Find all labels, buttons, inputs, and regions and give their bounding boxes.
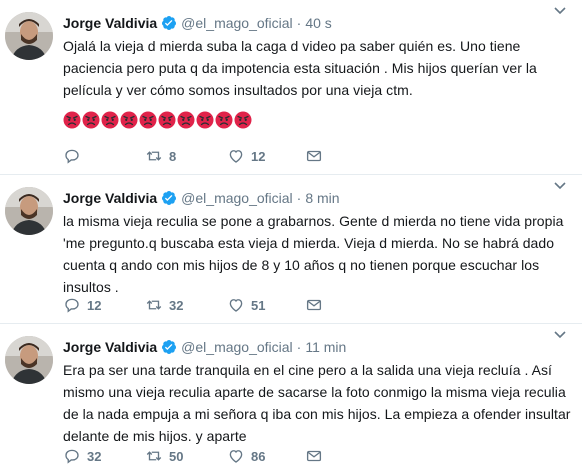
direct-message-button[interactable] xyxy=(305,447,325,465)
author-handle[interactable]: @el_mago_oficial xyxy=(181,337,293,357)
avatar[interactable] xyxy=(5,12,53,60)
tweet[interactable]: Jorge Valdivia @el_mago_oficial · 40 s O… xyxy=(0,0,582,175)
tweet-text: la misma vieja reculia se pone a grabarn… xyxy=(63,213,564,295)
tweet[interactable]: Jorge Valdivia @el_mago_oficial · 11 min… xyxy=(0,324,582,475)
tweet-header: Jorge Valdivia @el_mago_oficial · 11 min xyxy=(63,337,572,357)
angry-face-icon xyxy=(196,111,214,129)
author-handle[interactable]: @el_mago_oficial xyxy=(181,13,293,33)
direct-message-icon xyxy=(306,450,322,462)
retweet-button[interactable]: 8 xyxy=(145,147,227,165)
tweet[interactable]: Jorge Valdivia @el_mago_oficial · 8 min … xyxy=(0,175,582,324)
timestamp[interactable]: 11 min xyxy=(305,337,346,357)
reply-count: 32 xyxy=(87,448,102,464)
tweet-text: Era pa ser una tarde tranquila en el cin… xyxy=(63,362,571,444)
retweet-icon xyxy=(146,300,162,310)
retweet-count: 50 xyxy=(169,448,184,464)
retweet-icon xyxy=(146,151,162,161)
direct-message-button[interactable] xyxy=(305,147,325,165)
angry-face-icon xyxy=(215,111,233,129)
reply-button[interactable]: 32 xyxy=(63,447,145,465)
verified-badge-icon xyxy=(162,16,177,30)
angry-face-icon xyxy=(234,111,252,129)
author-name[interactable]: Jorge Valdivia xyxy=(63,188,157,208)
angry-face-icon xyxy=(63,111,81,129)
tweet-text: Ojalá la vieja d mierda suba la caga d v… xyxy=(63,38,537,98)
chevron-down-icon[interactable] xyxy=(552,2,568,18)
tweet-header: Jorge Valdivia @el_mago_oficial · 8 min xyxy=(63,188,572,208)
timestamp[interactable]: 8 min xyxy=(305,188,339,208)
angry-face-icon xyxy=(101,111,119,129)
angry-face-icon xyxy=(82,111,100,129)
like-button[interactable]: 12 xyxy=(227,147,305,165)
avatar[interactable] xyxy=(5,336,53,384)
retweet-button[interactable]: 50 xyxy=(145,447,227,465)
timeline: Jorge Valdivia @el_mago_oficial · 40 s O… xyxy=(0,0,582,475)
like-icon xyxy=(229,450,243,463)
like-count: 12 xyxy=(251,148,266,164)
chevron-down-icon[interactable] xyxy=(552,326,568,342)
chevron-down-icon[interactable] xyxy=(552,177,568,193)
direct-message-icon xyxy=(306,150,322,162)
verified-badge-icon xyxy=(162,191,177,205)
like-count: 86 xyxy=(251,448,266,464)
verified-badge-icon xyxy=(162,340,177,354)
retweet-icon xyxy=(146,451,162,461)
tweet-header: Jorge Valdivia @el_mago_oficial · 40 s xyxy=(63,13,572,33)
reply-icon xyxy=(65,449,79,464)
angry-face-icon xyxy=(177,111,195,129)
author-handle[interactable]: @el_mago_oficial xyxy=(181,188,293,208)
separator-dot: · xyxy=(296,15,302,31)
like-icon xyxy=(229,150,243,163)
direct-message-icon xyxy=(306,299,322,311)
author-name[interactable]: Jorge Valdivia xyxy=(63,337,157,357)
emoji-row xyxy=(63,111,572,133)
like-button[interactable]: 86 xyxy=(227,447,305,465)
retweet-button[interactable]: 32 xyxy=(145,296,227,314)
tweet-actions: 32 50 86 xyxy=(63,446,325,466)
avatar[interactable] xyxy=(5,187,53,235)
separator-dot: · xyxy=(296,190,302,206)
reply-button[interactable] xyxy=(63,147,145,165)
like-button[interactable]: 51 xyxy=(227,296,305,314)
reply-count: 12 xyxy=(87,297,102,313)
angry-face-icon xyxy=(139,111,157,129)
separator-dot: · xyxy=(296,339,302,355)
angry-face-icon xyxy=(158,111,176,129)
retweet-count: 8 xyxy=(169,148,177,164)
like-icon xyxy=(229,299,243,312)
angry-face-icon xyxy=(120,111,138,129)
retweet-count: 32 xyxy=(169,297,184,313)
author-name[interactable]: Jorge Valdivia xyxy=(63,13,157,33)
timestamp[interactable]: 40 s xyxy=(305,13,331,33)
tweet-actions: 12 32 51 xyxy=(63,295,325,315)
reply-icon xyxy=(65,298,79,313)
direct-message-button[interactable] xyxy=(305,296,325,314)
reply-icon xyxy=(65,149,79,164)
tweet-actions: 8 12 xyxy=(63,146,325,166)
like-count: 51 xyxy=(251,297,266,313)
reply-button[interactable]: 12 xyxy=(63,296,145,314)
